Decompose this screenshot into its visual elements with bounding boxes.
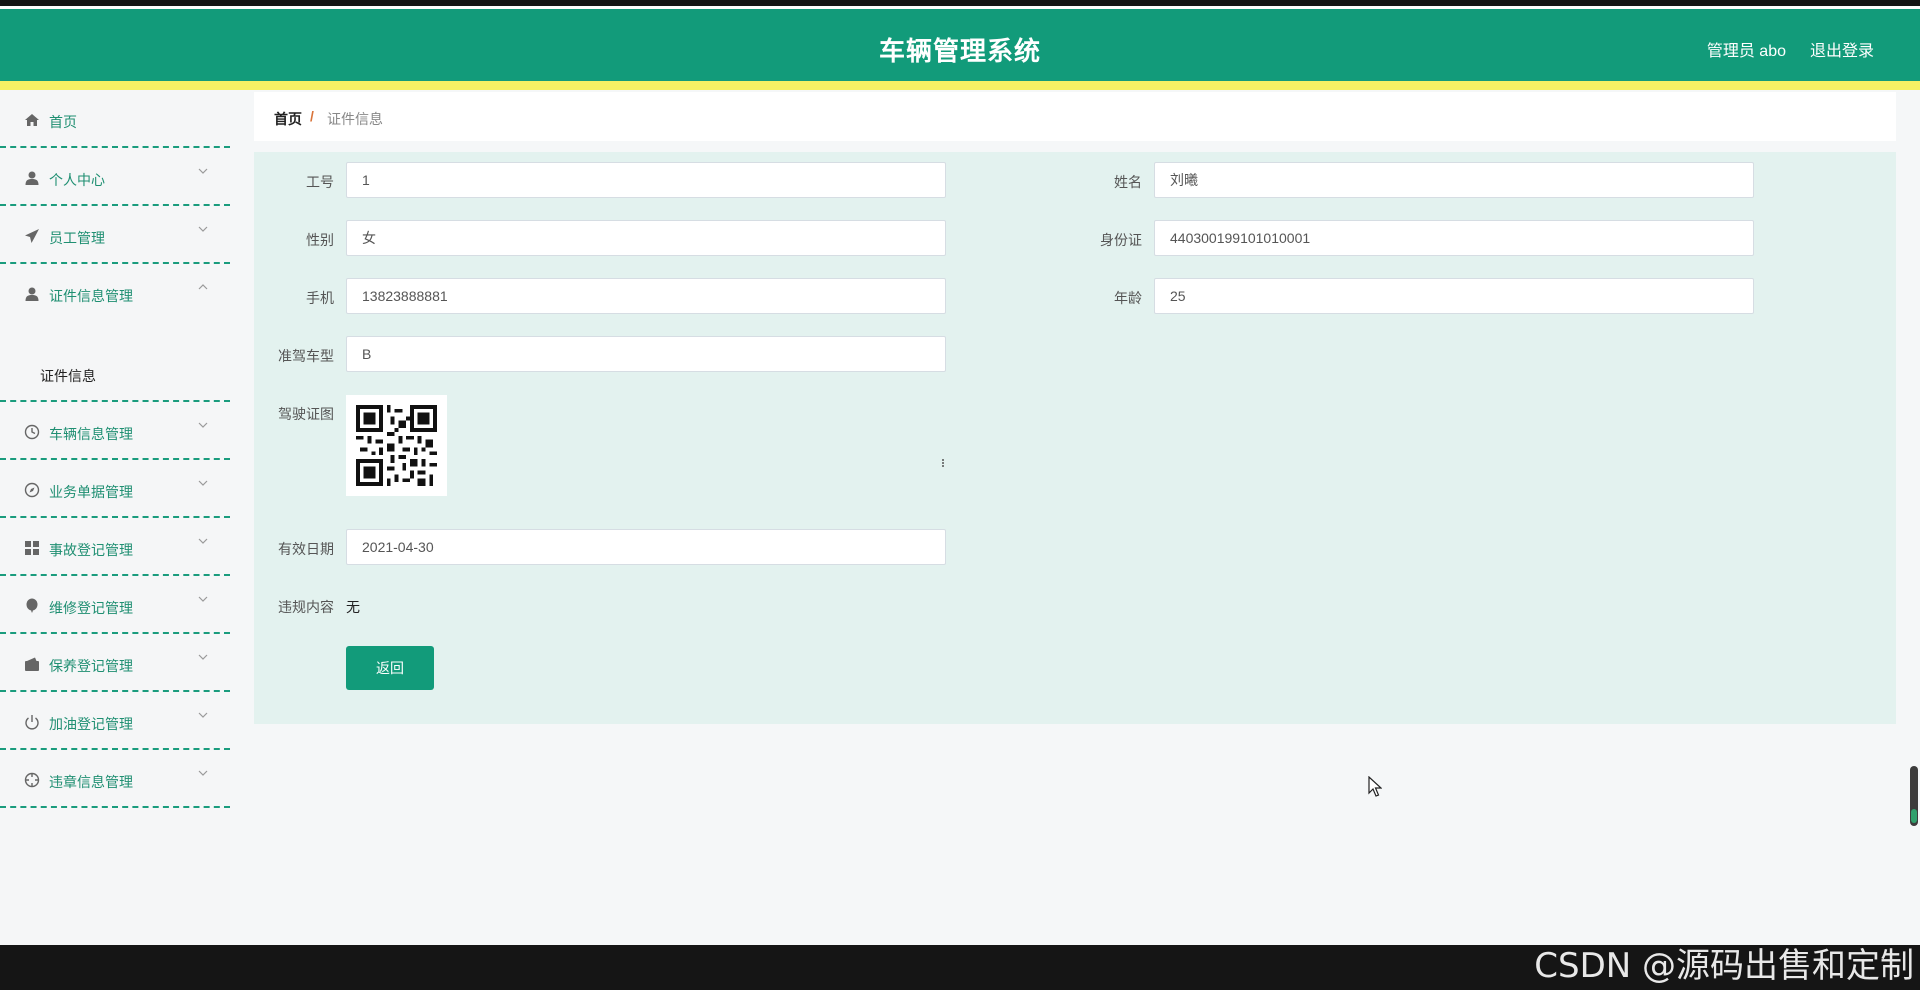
sidebar-item-accidents[interactable]: 事故登记管理	[0, 518, 230, 576]
qr-code-icon	[356, 405, 437, 486]
chevron-down-icon	[198, 420, 208, 430]
balloon-icon	[24, 598, 40, 614]
gender-label: 性别	[306, 232, 334, 248]
watermark: CSDN @源码出售和定制	[1534, 946, 1914, 986]
chevron-down-icon	[198, 224, 208, 234]
send-icon	[24, 228, 40, 244]
sidebar-item-profile[interactable]: 个人中心	[0, 148, 230, 206]
sidebar-item-business-docs[interactable]: 业务单据管理	[0, 460, 230, 518]
page-scrollbar[interactable]	[1910, 766, 1918, 826]
phone-label: 手机	[306, 290, 334, 306]
license-image-label: 驾驶证图	[278, 406, 334, 422]
valid-date-label: 有效日期	[278, 541, 334, 557]
sidebar-item-label: 个人中心	[49, 172, 105, 188]
sidebar-item-repairs[interactable]: 维修登记管理	[0, 576, 230, 634]
chevron-down-icon	[198, 478, 208, 488]
name-label: 姓名	[1114, 174, 1142, 190]
chevron-down-icon	[198, 710, 208, 720]
sidebar-item-vehicles[interactable]: 车辆信息管理	[0, 402, 230, 460]
sidebar-item-label: 车辆信息管理	[49, 426, 133, 442]
employee-no-label: 工号	[306, 174, 334, 190]
sidebar-item-label: 事故登记管理	[49, 542, 133, 558]
chevron-down-icon	[198, 536, 208, 546]
submenu-item-certificate-info[interactable]: 证件信息	[0, 350, 230, 402]
breadcrumb-separator: /	[310, 108, 314, 124]
header-accent-bar	[0, 81, 1920, 90]
sidebar-item-label: 业务单据管理	[49, 484, 133, 500]
user-icon	[24, 170, 40, 186]
chevron-down-icon	[198, 594, 208, 604]
breadcrumb-home[interactable]: 首页	[274, 109, 302, 129]
name-field[interactable]: 刘曦	[1154, 162, 1754, 198]
sidebar-item-label: 加油登记管理	[49, 716, 133, 732]
crosshair-icon	[24, 772, 40, 788]
app-title: 车辆管理系统	[878, 36, 1041, 66]
resize-handle-icon	[940, 456, 946, 468]
employee-no-field[interactable]: 1	[346, 162, 946, 198]
sidebar-item-label: 保养登记管理	[49, 658, 133, 674]
compass-icon	[24, 482, 40, 498]
age-label: 年龄	[1114, 290, 1142, 306]
sidebar-item-certificates[interactable]: 证件信息管理	[0, 264, 230, 344]
gender-field[interactable]: 女	[346, 220, 946, 256]
id-card-label: 身份证	[1100, 232, 1142, 248]
phone-field[interactable]: 13823888881	[346, 278, 946, 314]
sidebar-item-label: 证件信息管理	[49, 288, 133, 304]
power-icon	[24, 714, 40, 730]
sidebar-item-employees[interactable]: 员工管理	[0, 206, 230, 264]
scrollbar-thumb[interactable]	[1911, 809, 1917, 823]
age-field[interactable]: 25	[1154, 278, 1754, 314]
detail-form: 工号 1 姓名 刘曦 性别 女 身份证 440300199101010001 手…	[254, 152, 1896, 724]
violation-label: 违规内容	[278, 599, 334, 615]
breadcrumb: 首页 / 证件信息	[254, 92, 1896, 141]
submenu-item-label: 证件信息	[40, 368, 96, 384]
chevron-down-icon	[198, 166, 208, 176]
id-card-field[interactable]: 440300199101010001	[1154, 220, 1754, 256]
home-icon	[24, 112, 40, 128]
violation-value: 无	[346, 599, 360, 615]
license-image[interactable]	[346, 395, 447, 496]
valid-date-field[interactable]: 2021-04-30	[346, 529, 946, 565]
grid-icon	[24, 540, 40, 556]
sidebar-item-label: 首页	[49, 114, 77, 130]
chevron-down-icon	[198, 768, 208, 778]
chevron-up-icon	[198, 282, 208, 292]
header: 车辆管理系统 管理员 abo 退出登录	[0, 6, 1920, 81]
back-button[interactable]: 返回	[346, 646, 434, 690]
current-user: 管理员 abo	[1706, 43, 1786, 60]
logout-link[interactable]: 退出登录	[1810, 37, 1874, 61]
sidebar-item-refueling[interactable]: 加油登记管理	[0, 692, 230, 750]
license-type-label: 准驾车型	[278, 348, 334, 364]
license-type-field[interactable]: B	[346, 336, 946, 372]
sidebar: 首页 个人中心 员工管理 证件信息管理 证件信息 车辆信息管理 业务单据管理 事…	[0, 90, 230, 945]
breadcrumb-current: 证件信息	[327, 111, 383, 127]
sidebar-item-violations[interactable]: 违章信息管理	[0, 750, 230, 808]
wallet-icon	[24, 656, 40, 672]
sidebar-item-label: 维修登记管理	[49, 600, 133, 616]
clock-icon	[24, 424, 40, 440]
chevron-down-icon	[198, 652, 208, 662]
mouse-cursor-icon	[1368, 775, 1383, 798]
sidebar-item-label: 员工管理	[49, 230, 105, 246]
user-icon	[24, 286, 40, 302]
sidebar-item-home[interactable]: 首页	[0, 90, 230, 148]
sidebar-item-maintenance[interactable]: 保养登记管理	[0, 634, 230, 692]
sidebar-item-label: 违章信息管理	[49, 774, 133, 790]
